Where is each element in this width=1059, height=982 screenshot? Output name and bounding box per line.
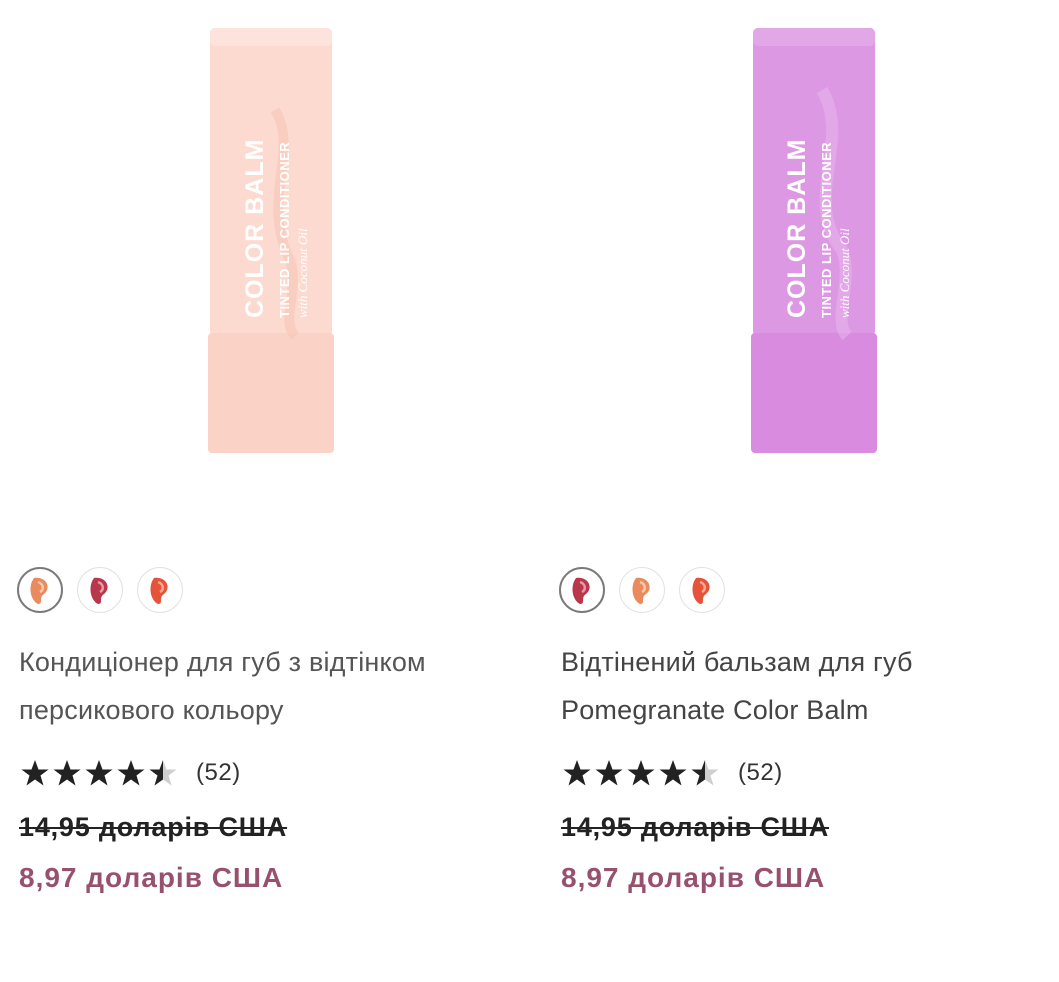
star-icon (627, 760, 655, 786)
swatch-peach-icon (632, 577, 650, 604)
swatch-coral[interactable] (137, 567, 183, 613)
sale-price: 8,97 доларів США (561, 862, 826, 893)
star-rating (20, 759, 178, 787)
product-image[interactable]: COLOR BALM TINTED LIP CONDITIONER with C… (0, 0, 520, 540)
product-image-brand: COLOR BALM (241, 139, 269, 318)
swatch-pomegranate[interactable] (559, 567, 605, 613)
original-price: 14,95 доларів США (19, 812, 288, 842)
product-name-line2: персикового кольору (19, 695, 284, 725)
star-icon (563, 760, 591, 786)
star-icon (53, 760, 81, 786)
product-image-line: TINTED LIP CONDITIONER (819, 142, 834, 318)
half-star-icon (691, 760, 719, 786)
product-image-sub: with Coconut Oil (837, 228, 852, 318)
swatch-coral-icon (150, 577, 168, 604)
product-image-sub: with Coconut Oil (295, 228, 310, 318)
swatch-coral-icon (692, 577, 710, 604)
star-icon (117, 760, 145, 786)
swatch-coral[interactable] (679, 567, 725, 613)
star-icon (85, 760, 113, 786)
sale-price: 8,97 доларів США (19, 862, 284, 893)
product-image-brand: COLOR BALM (783, 139, 811, 318)
product-card: COLOR BALM TINTED LIP CONDITIONER with C… (542, 0, 1059, 982)
product-name[interactable]: Відтінений бальзам для губ Pomegranate C… (561, 638, 1051, 734)
swatch-pomegranate-icon (572, 577, 590, 604)
rating[interactable]: (52) (562, 755, 783, 791)
swatch-pomegranate[interactable] (77, 567, 123, 613)
star-icon (595, 760, 623, 786)
original-price: 14,95 доларів США (561, 812, 830, 842)
swatch-peach[interactable] (619, 567, 665, 613)
product-name-line1: Кондиціонер для губ з відтінком (19, 647, 426, 677)
product-image[interactable]: COLOR BALM TINTED LIP CONDITIONER with C… (542, 0, 1059, 540)
product-name[interactable]: Кондиціонер для губ з відтінком персиков… (19, 638, 509, 734)
review-count: (52) (738, 759, 783, 786)
rating[interactable]: (52) (20, 755, 241, 791)
lip-balm-tube-icon: COLOR BALM TINTED LIP CONDITIONER with C… (751, 28, 877, 453)
swatch-peach[interactable] (17, 567, 63, 613)
color-swatches (559, 567, 725, 617)
star-rating (562, 759, 720, 787)
product-name-line1: Відтінений бальзам для губ (561, 647, 913, 677)
product-card: COLOR BALM TINTED LIP CONDITIONER with C… (0, 0, 520, 982)
half-star-icon (149, 760, 177, 786)
lip-balm-tube-icon: COLOR BALM TINTED LIP CONDITIONER with C… (208, 28, 334, 453)
product-image-line: TINTED LIP CONDITIONER (277, 142, 292, 318)
review-count: (52) (196, 759, 241, 786)
star-icon (659, 760, 687, 786)
star-icon (21, 760, 49, 786)
color-swatches (17, 567, 183, 617)
swatch-peach-icon (30, 577, 48, 604)
product-name-line2: Pomegranate Color Balm (561, 695, 869, 725)
swatch-pomegranate-icon (90, 577, 108, 604)
